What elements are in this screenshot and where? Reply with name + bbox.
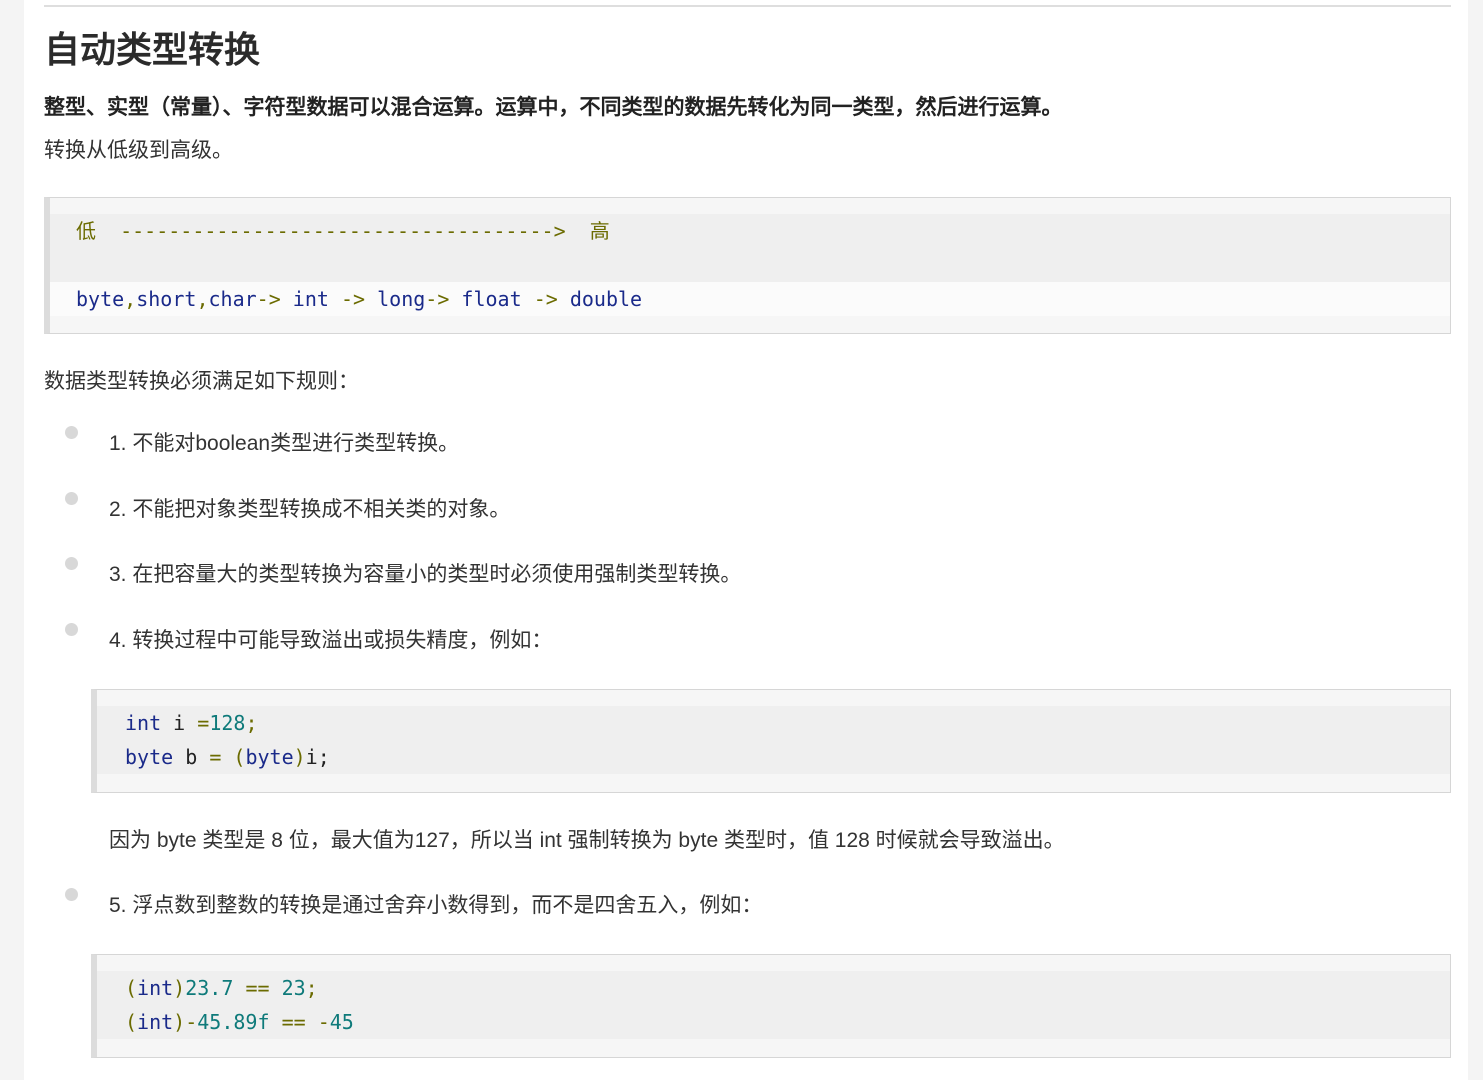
overflow-note: 因为 byte 类型是 8 位，最大值为127，所以当 int 强制转换为 by… [109, 829, 1065, 852]
list-item: 2. 不能把对象类型转换成不相关类的对象。 [44, 492, 1451, 524]
bullet-icon [65, 492, 78, 505]
list-item: 4. 转换过程中可能导致溢出或损失精度，例如： [44, 623, 1451, 655]
number: 45.89f [197, 1010, 270, 1034]
code-line: byte b = (byte)i; [97, 740, 1450, 774]
low-label: 低 [76, 219, 96, 243]
list-item: 1. 不能对boolean类型进行类型转换。 [44, 426, 1451, 458]
code-line: 低 ------------------------------------> … [50, 214, 1450, 248]
number: 45 [329, 1010, 354, 1034]
semicolon: ; [305, 976, 318, 1000]
long-arrow: ------------------------------------> [120, 219, 566, 243]
rule-text: 5. 浮点数到整数的转换是通过舍弃小数得到，而不是四舍五入，例如： [109, 894, 763, 917]
code-line: byte,short,char-> int -> long-> float ->… [50, 282, 1450, 316]
bullet-icon [65, 888, 78, 901]
variable: i [173, 711, 186, 735]
rule-text: 2. 不能把对象类型转换成不相关类的对象。 [109, 498, 511, 521]
arrow: -> [425, 287, 450, 311]
keyword: int [137, 976, 174, 1000]
rules-list-continued: 5. 浮点数到整数的转换是通过舍弃小数得到，而不是四舍五入，例如： [44, 888, 1451, 920]
rules-list: 1. 不能对boolean类型进行类型转换。 2. 不能把对象类型转换成不相关类… [44, 426, 1451, 655]
float-example-code-block: (int)23.7 == 23; (int)-45.89f == -45 [91, 954, 1451, 1058]
bullet-icon [65, 426, 78, 439]
type-name: char [208, 287, 257, 311]
bullet-icon [65, 557, 78, 570]
operator: == [245, 976, 270, 1000]
code-line: (int)-45.89f == -45 [97, 1005, 1450, 1039]
minus: - [317, 1010, 330, 1034]
arrow: -> [340, 287, 366, 311]
list-item: 5. 浮点数到整数的转换是通过舍弃小数得到，而不是四舍五入，例如： [44, 888, 1451, 920]
bullet-icon [65, 623, 78, 636]
separator: , [196, 287, 209, 311]
paren: ) [173, 1010, 186, 1034]
paren: ( [125, 1010, 138, 1034]
type-name: double [569, 287, 643, 311]
minus: - [185, 1010, 198, 1034]
code-line: int i =128; [97, 706, 1450, 740]
keyword: byte [125, 745, 174, 769]
direction-text: 转换从低级到高级。 [44, 139, 233, 162]
article: 自动类型转换 整型、实型（常量）、字符型数据可以混合运算。运算中，不同类型的数据… [24, 0, 1468, 1080]
type-order-code-block: 低 ------------------------------------> … [44, 197, 1451, 334]
paren: ) [173, 976, 186, 1000]
lead-paragraph: 整型、实型（常量）、字符型数据可以混合运算。运算中，不同类型的数据先转化为同一类… [44, 96, 1063, 119]
separator: , [124, 287, 137, 311]
type-name: short [136, 287, 197, 311]
operator: = [209, 745, 222, 769]
operator: = [197, 711, 210, 735]
type-name: float [461, 287, 522, 311]
operator: == [281, 1010, 306, 1034]
number: 23.7 [185, 976, 234, 1000]
arrow: -> [533, 287, 558, 311]
keyword: int [125, 711, 162, 735]
rule-text: 1. 不能对boolean类型进行类型转换。 [109, 432, 460, 455]
type-name: int [292, 287, 329, 311]
divider [44, 5, 1451, 7]
type-name: long [377, 287, 426, 311]
keyword: int [137, 1010, 174, 1034]
variable: i; [305, 745, 330, 769]
variable: b [185, 745, 198, 769]
rule-text: 3. 在把容量大的类型转换为容量小的类型时必须使用强制类型转换。 [109, 563, 742, 586]
paren: ) [293, 745, 306, 769]
code-line: (int)23.7 == 23; [97, 971, 1450, 1005]
paren: ( [125, 976, 138, 1000]
arrow: -> [256, 287, 281, 311]
code-line [50, 248, 1450, 282]
paren: ( [233, 745, 246, 769]
semicolon: ; [245, 711, 258, 735]
keyword: byte [245, 745, 294, 769]
overflow-example-code-block: int i =128; byte b = (byte)i; [91, 689, 1451, 793]
type-name: byte [76, 287, 125, 311]
high-label: 高 [589, 219, 610, 243]
list-item: 3. 在把容量大的类型转换为容量小的类型时必须使用强制类型转换。 [44, 557, 1451, 589]
rules-intro: 数据类型转换必须满足如下规则： [44, 370, 359, 393]
number: 23 [281, 976, 306, 1000]
number: 128 [209, 711, 246, 735]
page-title: 自动类型转换 [44, 29, 261, 70]
rule-text: 4. 转换过程中可能导致溢出或损失精度，例如： [109, 629, 553, 652]
